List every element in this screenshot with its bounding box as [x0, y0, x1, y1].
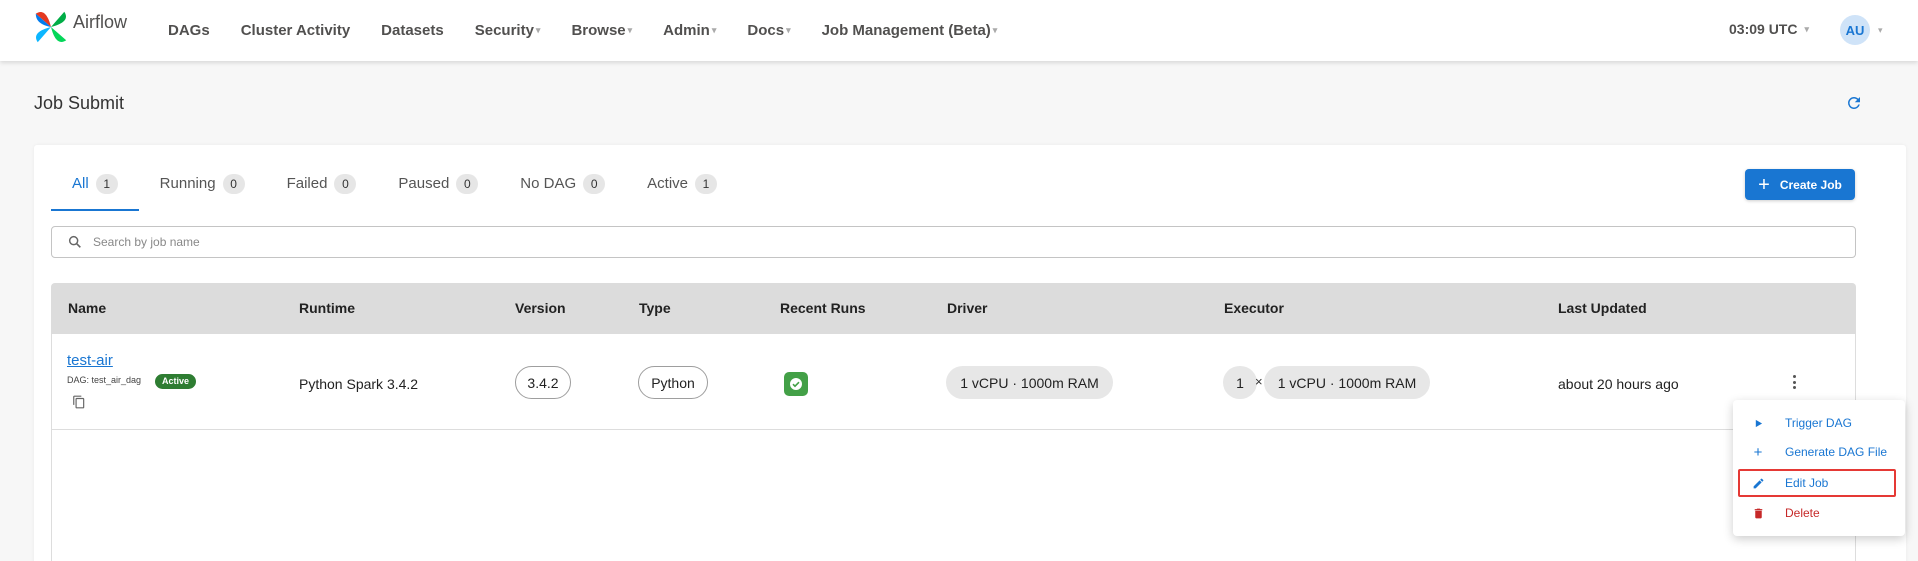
nav-label: Security: [474, 22, 534, 39]
copy-icon[interactable]: [72, 394, 86, 410]
tab-running[interactable]: Running 0: [139, 163, 266, 209]
col-header-version: Version: [515, 300, 566, 316]
nav-label: DAGs: [168, 22, 210, 39]
row-actions-menu-button[interactable]: [1790, 372, 1798, 392]
nav-job-management[interactable]: Job Management (Beta) ▾: [822, 22, 998, 39]
executor-count-pill: 1: [1223, 366, 1257, 399]
menu-item-label: Generate DAG File: [1785, 445, 1888, 459]
search-box: [51, 226, 1856, 258]
refresh-icon[interactable]: [1845, 94, 1863, 112]
tab-label: Active: [647, 175, 689, 192]
tab-count-badge: 0: [334, 174, 357, 194]
nav-label: Datasets: [381, 22, 444, 39]
tab-paused[interactable]: Paused 0: [377, 163, 499, 209]
create-job-button[interactable]: + Create Job: [1745, 169, 1855, 200]
nav-browse[interactable]: Browse ▾: [571, 22, 632, 39]
type-pill: Python: [638, 366, 708, 399]
caret-down-icon: ▾: [1878, 24, 1883, 35]
nav-label: Cluster Activity: [240, 22, 351, 39]
tab-label: Failed: [286, 175, 328, 192]
button-label: Create Job: [1779, 177, 1842, 192]
pencil-icon: [1751, 476, 1765, 490]
menu-item-trigger-dag[interactable]: Trigger DAG: [1733, 409, 1905, 437]
plus-icon: +: [1758, 173, 1770, 196]
tab-count-badge: 1: [695, 174, 718, 194]
search-input[interactable]: [93, 235, 1793, 249]
tab-label: No DAG: [520, 175, 577, 192]
tab-active[interactable]: Active 1: [626, 163, 738, 209]
executor-pill: 1 vCPU · 1000m RAM: [1264, 366, 1430, 399]
col-header-recent-runs: Recent Runs: [780, 300, 866, 316]
tab-count-badge: 0: [456, 174, 479, 194]
plus-icon: +: [1753, 443, 1763, 461]
nav-security[interactable]: Security ▾: [475, 22, 541, 39]
tab-label: All: [72, 175, 89, 192]
main-nav: DAGs Cluster Activity Datasets Security ▾…: [168, 0, 1028, 61]
times-symbol: ×: [1255, 374, 1263, 389]
nav-docs[interactable]: Docs ▾: [747, 22, 790, 39]
trash-icon: [1751, 506, 1765, 520]
col-header-driver: Driver: [947, 300, 988, 316]
table-header: Name Runtime Version Type Recent Runs Dr…: [51, 283, 1856, 334]
airflow-logo[interactable]: Airflow: [32, 8, 127, 46]
check-circle-icon: [790, 378, 802, 390]
driver-pill: 1 vCPU · 1000m RAM: [946, 366, 1113, 399]
table-empty-area: [51, 430, 1856, 561]
col-header-runtime: Runtime: [299, 300, 355, 316]
menu-item-generate-dag-file[interactable]: + Generate DAG File: [1733, 438, 1905, 466]
tab-failed[interactable]: Failed 0: [266, 163, 378, 209]
app-name: Airflow: [73, 11, 128, 32]
status-tabs: All 1 Running 0 Failed 0 Paused 0 No DAG 0 Ac…: [51, 163, 738, 211]
caret-down-icon: ▾: [711, 25, 717, 35]
caret-down-icon: ▾: [627, 25, 633, 35]
caret-down-icon: ▾: [786, 25, 791, 35]
tab-all[interactable]: All 1: [51, 163, 139, 211]
col-header-last-updated: Last Updated: [1558, 300, 1647, 316]
dag-id-text: DAG: test_air_dag: [67, 375, 142, 385]
last-updated-cell: about 20 hours ago: [1558, 376, 1679, 392]
nav-cluster-activity[interactable]: Cluster Activity: [241, 22, 350, 39]
utc-clock[interactable]: 03:09 UTC ▾: [1729, 21, 1809, 37]
nav-dags[interactable]: DAGs: [168, 22, 210, 39]
nav-label: Job Management (Beta): [821, 22, 991, 39]
top-navbar: Airflow DAGs Cluster Activity Datasets S…: [0, 0, 1918, 61]
menu-item-label: Delete: [1785, 506, 1820, 520]
caret-down-icon: ▾: [1804, 23, 1809, 34]
row-actions-menu: Trigger DAG + Generate DAG File Edit Job…: [1733, 400, 1905, 536]
nav-admin[interactable]: Admin ▾: [663, 22, 716, 39]
caret-down-icon: ▾: [992, 25, 998, 35]
runtime-cell: Python Spark 3.4.2: [299, 376, 419, 392]
nav-label: Docs: [747, 22, 785, 39]
avatar: AU: [1840, 15, 1870, 45]
menu-item-label: Edit Job: [1785, 476, 1829, 490]
nav-label: Admin: [663, 22, 710, 39]
nav-datasets[interactable]: Datasets: [381, 22, 444, 39]
version-pill: 3.4.2: [515, 366, 571, 399]
col-header-executor: Executor: [1224, 300, 1284, 316]
user-menu[interactable]: AU ▾: [1840, 15, 1883, 45]
job-name-link[interactable]: test-air: [67, 352, 113, 369]
tab-count-badge: 1: [95, 174, 118, 194]
airflow-pinwheel-icon: [35, 11, 67, 43]
recent-run-success[interactable]: [784, 372, 808, 396]
menu-item-label: Trigger DAG: [1785, 416, 1852, 430]
tab-count-badge: 0: [583, 174, 606, 194]
nav-label: Browse: [571, 22, 626, 39]
menu-item-delete[interactable]: Delete: [1733, 499, 1905, 527]
tab-count-badge: 0: [222, 174, 245, 194]
tab-no-dag[interactable]: No DAG 0: [499, 163, 626, 209]
caret-down-icon: ▾: [535, 25, 541, 35]
col-header-name: Name: [68, 300, 107, 316]
page-title: Job Submit: [34, 93, 125, 113]
status-badge: Active: [155, 374, 197, 389]
menu-item-edit-job[interactable]: Edit Job: [1733, 469, 1905, 497]
play-icon: [1751, 416, 1765, 430]
clock-text: 03:09 UTC: [1729, 21, 1798, 37]
col-header-type: Type: [639, 300, 671, 316]
tab-label: Paused: [398, 175, 450, 192]
tab-label: Running: [159, 175, 216, 192]
search-icon: [68, 235, 81, 248]
